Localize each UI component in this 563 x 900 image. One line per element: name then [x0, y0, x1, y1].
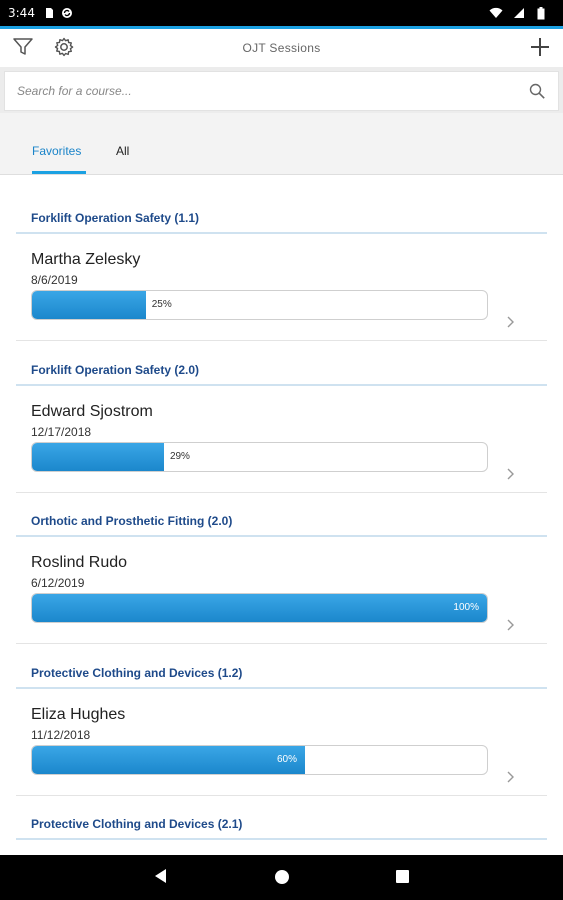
progress-label: 60% [276, 754, 297, 765]
person-name: Edward Sjostrom [31, 403, 153, 420]
course-header: Orthotic and Prosthetic Fitting (2.0) [16, 512, 547, 537]
signal-icon [513, 7, 525, 19]
search-box [4, 71, 559, 111]
tab-favorites[interactable]: Favorites [32, 144, 81, 158]
active-tab-indicator [32, 171, 86, 174]
chevron-right-icon[interactable] [506, 467, 516, 481]
sd-card-icon [43, 7, 55, 19]
progress-bar: 25% [31, 290, 488, 320]
row-divider [16, 492, 547, 493]
course-title: Orthotic and Prosthetic Fitting (2.0) [31, 514, 233, 528]
progress-fill [32, 443, 164, 471]
progress-fill [32, 594, 487, 622]
progress-fill [32, 746, 305, 774]
session-date: 12/17/2018 [31, 425, 92, 439]
toolbar: OJT Sessions [0, 29, 563, 67]
progress-bar: 29% [31, 442, 488, 472]
plus-icon[interactable] [528, 35, 552, 59]
page-title: OJT Sessions [242, 41, 321, 55]
course-header: Forklift Operation Safety (1.1) [16, 209, 547, 234]
session-date: 8/6/2019 [31, 273, 78, 287]
progress-label: 25% [151, 299, 172, 310]
row-divider [16, 795, 547, 796]
system-nav-bar [0, 855, 563, 900]
session-list: Forklift Operation Safety (1.1) Martha Z… [0, 175, 563, 855]
wifi-icon [489, 7, 503, 19]
row-divider [16, 340, 547, 341]
gear-icon[interactable] [52, 35, 76, 59]
chevron-right-icon[interactable] [506, 618, 516, 632]
status-bar: 3:44 [0, 0, 563, 26]
course-header: Protective Clothing and Devices (2.1) [16, 815, 547, 840]
course-header: Protective Clothing and Devices (1.2) [16, 664, 547, 689]
search-input[interactable] [17, 84, 528, 98]
filter-icon[interactable] [11, 35, 35, 59]
status-time: 3:44 [8, 6, 35, 20]
back-icon[interactable] [153, 867, 169, 890]
progress-bar: 60% [31, 745, 488, 775]
row-divider [16, 643, 547, 644]
recents-icon[interactable] [395, 869, 410, 889]
chevron-right-icon[interactable] [506, 315, 516, 329]
session-date: 11/12/2018 [31, 728, 91, 742]
battery-icon [537, 7, 549, 20]
chevron-right-icon[interactable] [506, 770, 516, 784]
progress-bar: 100% [31, 593, 488, 623]
person-name: Eliza Hughes [31, 706, 126, 723]
session-date: 6/12/2019 [31, 576, 85, 590]
search-bar [0, 67, 563, 113]
home-icon[interactable] [274, 869, 290, 890]
search-icon[interactable] [528, 82, 546, 100]
progress-label: 29% [169, 451, 190, 462]
sync-icon [61, 7, 73, 19]
person-name: Martha Zelesky [31, 251, 141, 268]
progress-label: 100% [453, 602, 479, 613]
course-title: Protective Clothing and Devices (2.1) [31, 817, 243, 831]
course-title: Protective Clothing and Devices (1.2) [31, 666, 243, 680]
person-name: Roslind Rudo [31, 554, 128, 571]
tab-bar: Favorites All [0, 113, 563, 175]
course-title: Forklift Operation Safety (1.1) [31, 211, 200, 225]
tab-all[interactable]: All [116, 144, 129, 158]
course-header: Forklift Operation Safety (2.0) [16, 361, 547, 386]
course-title: Forklift Operation Safety (2.0) [31, 363, 200, 377]
progress-fill [32, 291, 146, 319]
